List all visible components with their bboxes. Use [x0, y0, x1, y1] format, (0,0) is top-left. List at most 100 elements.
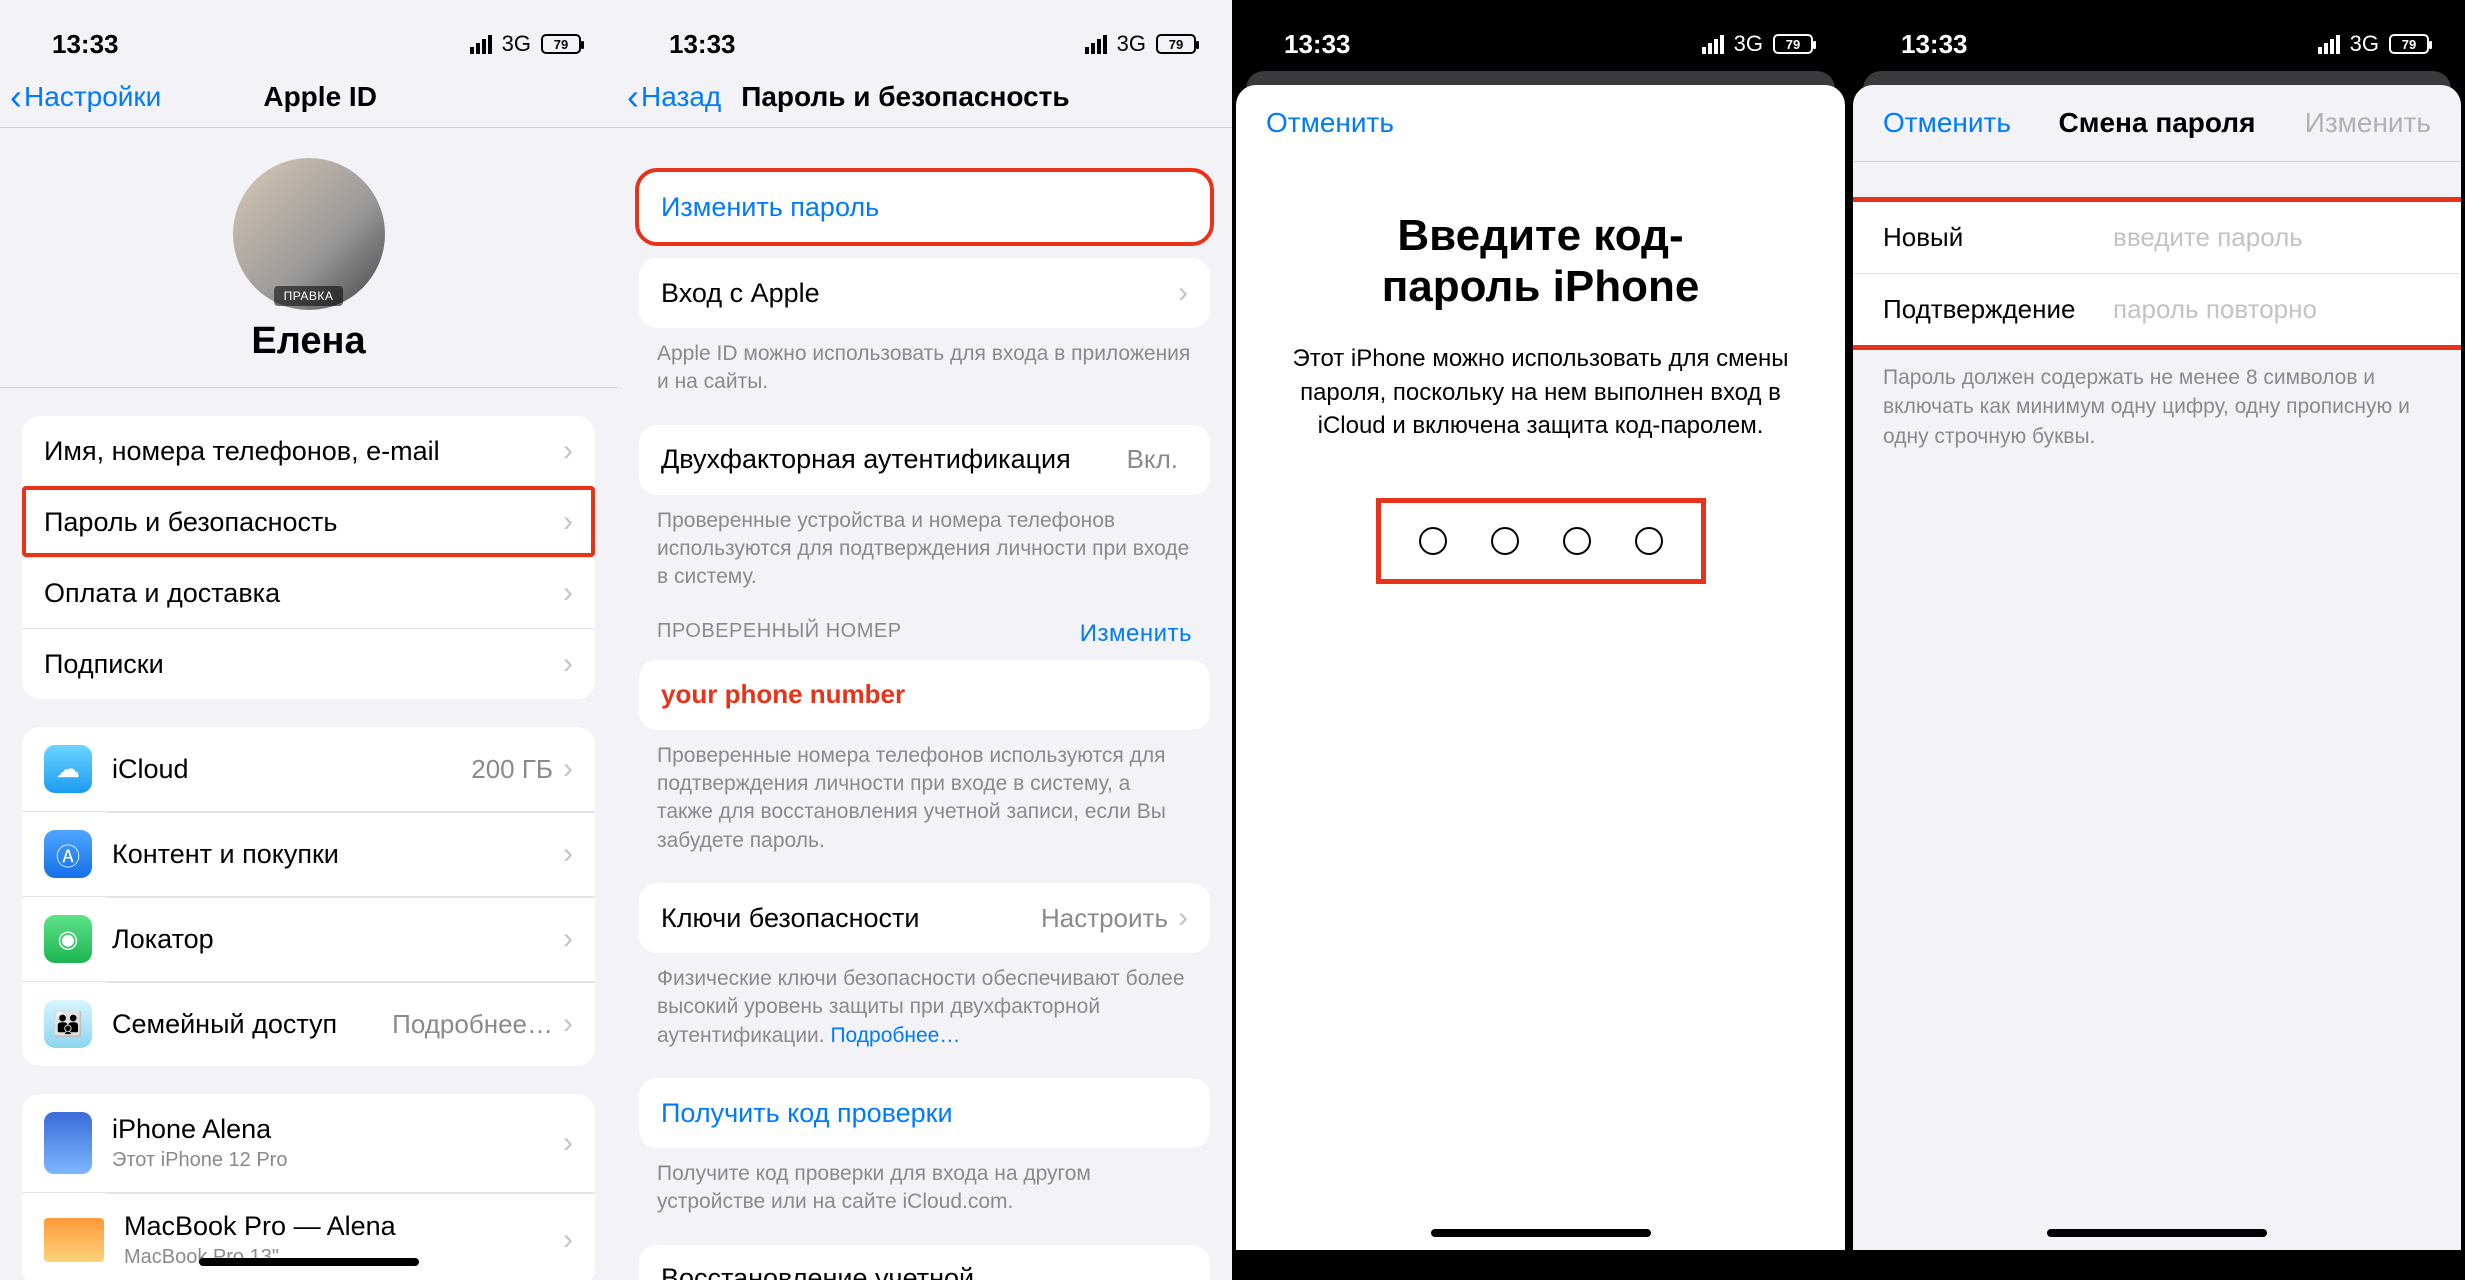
page-title: Пароль и безопасность: [741, 81, 1069, 113]
group-security-keys: Ключи безопасности Настроить ›: [639, 883, 1210, 953]
network-label: 3G: [1117, 31, 1146, 57]
chevron-right-icon: ›: [563, 922, 573, 956]
row-signin-apple[interactable]: Вход с Apple ›: [639, 258, 1210, 328]
status-bar: 13:33 3G 79: [0, 0, 617, 70]
field-confirm-password[interactable]: Подтверждение пароль повторно: [1853, 273, 2461, 345]
passcode-description: Этот iPhone можно использовать для смены…: [1236, 342, 1845, 443]
avatar[interactable]: ПРАВКА: [233, 158, 385, 310]
footer-keys: Физические ключи безопасности обеспечива…: [617, 953, 1232, 1050]
modal-sheet: Отменить Введите код-пароль iPhone Этот …: [1236, 85, 1845, 1250]
profile-block: ПРАВКА Елена: [0, 128, 617, 388]
back-label: Назад: [641, 81, 721, 113]
cancel-button[interactable]: Отменить: [1266, 107, 1394, 139]
row-account-recovery[interactable]: Восстановление учетной записи Настроить …: [639, 1245, 1210, 1280]
chevron-right-icon: ›: [563, 1223, 573, 1257]
back-button[interactable]: ‹ Настройки: [10, 79, 161, 115]
findmy-icon: ◉: [44, 915, 92, 963]
signal-icon: [1085, 35, 1107, 54]
status-right: 3G 79: [470, 31, 581, 57]
status-bar: 13:33 3G 79: [1232, 0, 1849, 70]
footer-signin: Apple ID можно использовать для входа в …: [617, 328, 1232, 397]
family-icon: 👪: [44, 1000, 92, 1048]
chevron-right-icon: ›: [563, 837, 573, 871]
passcode-dot: [1563, 527, 1591, 555]
screen-change-password: 13:33 3G 79 Отменить Смена пароля Измени…: [1849, 0, 2465, 1280]
signal-icon: [2318, 35, 2340, 54]
signal-icon: [470, 35, 492, 54]
battery-icon: 79: [1773, 34, 1813, 54]
device-mac-icon: [44, 1218, 104, 1262]
row-get-verification-code[interactable]: Получить код проверки: [639, 1078, 1210, 1148]
row-security-keys[interactable]: Ключи безопасности Настроить ›: [639, 883, 1210, 953]
chevron-right-icon: ›: [563, 576, 573, 610]
profile-name: Елена: [0, 320, 617, 363]
group-get-code: Получить код проверки: [639, 1078, 1210, 1148]
row-payment[interactable]: Оплата и доставка ›: [22, 557, 595, 628]
group-trusted-number: your phone number: [639, 660, 1210, 730]
status-time: 13:33: [669, 29, 736, 60]
status-right: 3G 79: [1085, 31, 1196, 57]
avatar-edit-badge[interactable]: ПРАВКА: [274, 286, 344, 306]
page-title: Apple ID: [161, 81, 479, 113]
group-services: ☁︎ iCloud 200 ГБ › Ⓐ Контент и покупки ›…: [22, 727, 595, 1066]
chevron-left-icon: ‹: [10, 79, 22, 115]
status-bar: 13:33 3G 79: [617, 0, 1232, 70]
row-name-phone-email[interactable]: Имя, номера телефонов, e-mail ›: [22, 416, 595, 486]
cancel-button[interactable]: Отменить: [1883, 107, 2011, 139]
back-button[interactable]: ‹ Назад: [627, 79, 721, 115]
password-hint: Пароль должен содержать не менее 8 симво…: [1853, 345, 2461, 469]
row-family-sharing[interactable]: 👪 Семейный доступ Подробнее… ›: [22, 981, 595, 1066]
change-button[interactable]: Изменить: [2305, 107, 2431, 139]
row-subscriptions[interactable]: Подписки ›: [22, 628, 595, 699]
screen-apple-id: 13:33 3G 79 ‹ Настройки Apple ID ПРАВКА …: [0, 0, 617, 1280]
footer-trusted: Проверенные номера телефонов используютс…: [617, 730, 1232, 855]
device-name: MacBook Pro — Alena: [124, 1211, 563, 1242]
battery-icon: 79: [2389, 34, 2429, 54]
row-find-my[interactable]: ◉ Локатор ›: [22, 896, 595, 981]
row-device-iphone[interactable]: iPhone Alena Этот iPhone 12 Pro ›: [22, 1094, 595, 1192]
group-signin-apple: Вход с Apple ›: [639, 258, 1210, 328]
chevron-right-icon: ›: [563, 752, 573, 786]
password-fields: Новый введите пароль Подтверждение парол…: [1853, 202, 2461, 345]
row-change-password[interactable]: Изменить пароль: [639, 172, 1210, 242]
nav-bar: ‹ Назад Пароль и безопасность: [617, 70, 1232, 128]
home-indicator[interactable]: [199, 1258, 419, 1266]
keys-learn-more-link[interactable]: Подробнее…: [830, 1024, 960, 1047]
nav-bar: ‹ Настройки Apple ID: [0, 70, 617, 128]
row-icloud[interactable]: ☁︎ iCloud 200 ГБ ›: [22, 727, 595, 811]
status-time: 13:33: [1901, 29, 1968, 60]
row-device-macbook[interactable]: MacBook Pro — Alena MacBook Pro 13" ›: [22, 1192, 595, 1280]
edit-trusted-button[interactable]: Изменить: [1080, 620, 1192, 648]
home-indicator[interactable]: [2047, 1229, 2267, 1237]
footer-get-code: Получите код проверки для входа на друго…: [617, 1148, 1232, 1217]
row-2fa[interactable]: Двухфакторная аутентификация Вкл.: [639, 425, 1210, 495]
icloud-icon: ☁︎: [44, 745, 92, 793]
group-2fa: Двухфакторная аутентификация Вкл.: [639, 425, 1210, 495]
chevron-right-icon: ›: [563, 647, 573, 681]
chevron-right-icon: ›: [563, 505, 573, 539]
field-new-password[interactable]: Новый введите пароль: [1853, 202, 2461, 273]
chevron-left-icon: ‹: [627, 79, 639, 115]
back-label: Настройки: [24, 81, 161, 113]
chevron-right-icon: ›: [563, 1007, 573, 1041]
home-indicator[interactable]: [1431, 1229, 1651, 1237]
group-devices: iPhone Alena Этот iPhone 12 Pro › MacBoo…: [22, 1094, 595, 1280]
status-time: 13:33: [1284, 29, 1351, 60]
chevron-right-icon: ›: [1178, 276, 1188, 310]
screen-password-security: 13:33 3G 79 ‹ Назад Пароль и безопасност…: [617, 0, 1232, 1280]
appstore-icon: Ⓐ: [44, 830, 92, 878]
device-iphone-icon: [44, 1112, 92, 1174]
section-trusted-number: ПРОВЕРЕННЫЙ НОМЕР Изменить: [617, 592, 1232, 648]
chevron-right-icon: ›: [563, 434, 573, 468]
network-label: 3G: [502, 31, 531, 57]
group-change-password: Изменить пароль: [639, 172, 1210, 242]
sheet-nav: Отменить: [1236, 85, 1845, 161]
row-password-security[interactable]: Пароль и безопасность ›: [22, 486, 595, 557]
passcode-dot: [1635, 527, 1663, 555]
device-name: iPhone Alena: [112, 1114, 563, 1145]
row-content-purchases[interactable]: Ⓐ Контент и покупки ›: [22, 811, 595, 896]
group-account: Имя, номера телефонов, e-mail › Пароль и…: [22, 416, 595, 699]
row-phone-number[interactable]: your phone number: [639, 660, 1210, 730]
passcode-dots[interactable]: [1381, 503, 1701, 579]
passcode-title: Введите код-пароль iPhone: [1276, 211, 1805, 312]
